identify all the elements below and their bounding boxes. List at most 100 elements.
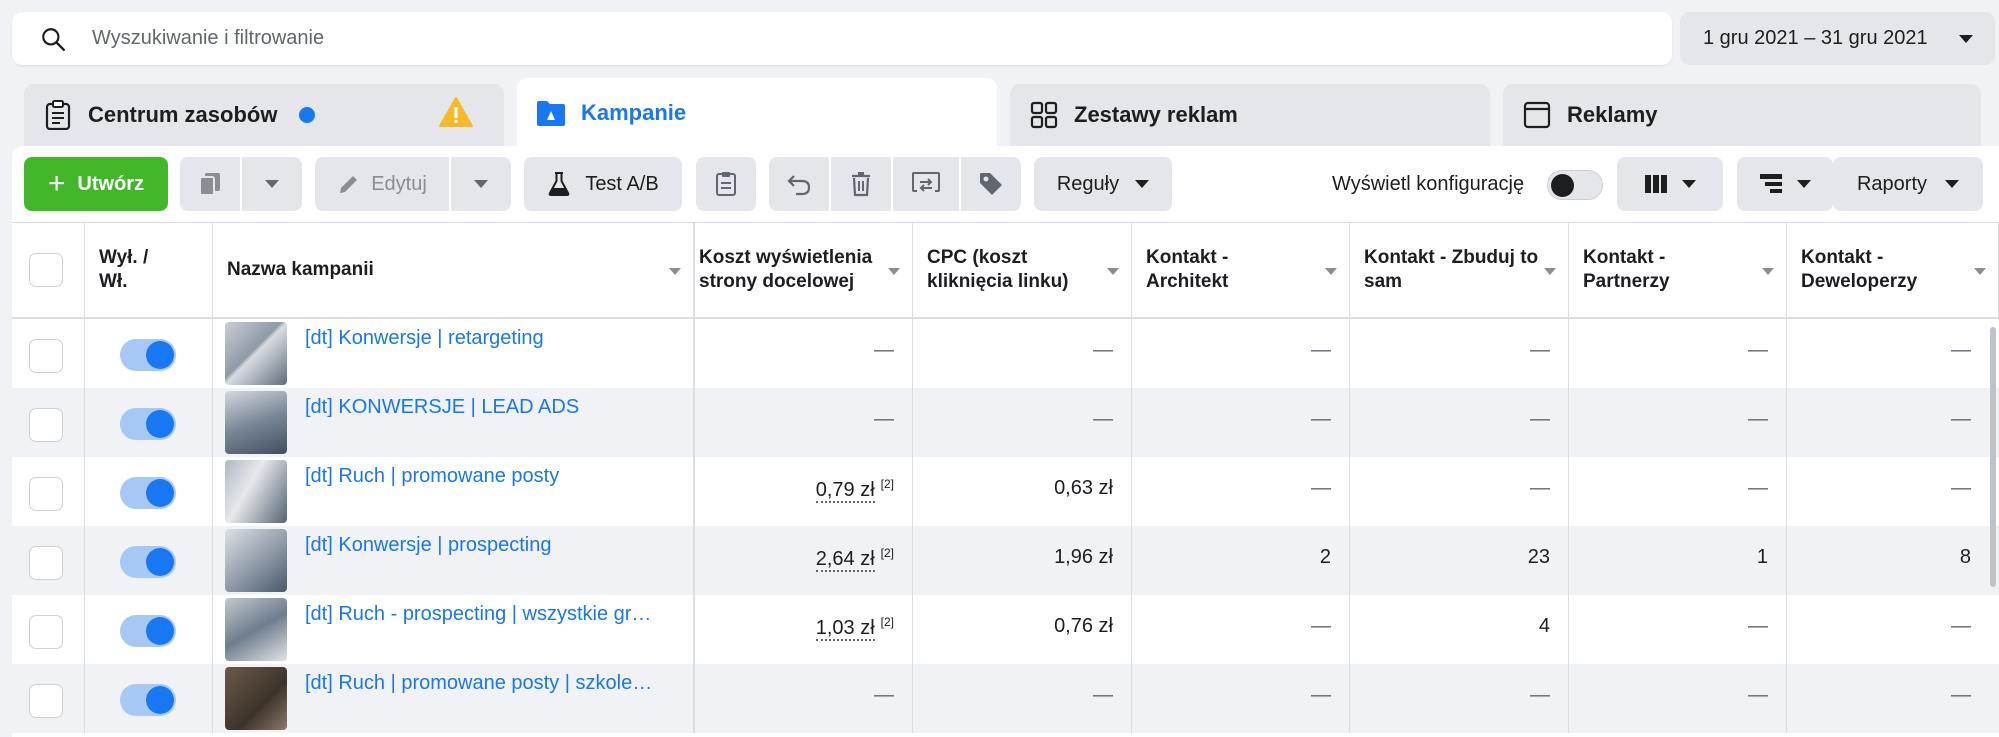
header-label: Kontakt - Zbuduj to sam xyxy=(1364,247,1539,292)
vertical-scrollbar[interactable] xyxy=(1990,327,1996,587)
row-checkbox[interactable] xyxy=(29,615,63,649)
table-row[interactable]: [dt] Ruch | promowane posty 0,79 zł [2] 0… xyxy=(12,457,1999,526)
tab-campaigns[interactable]: Kampanie xyxy=(517,78,997,148)
row-cpc-cell: 0,63 zł xyxy=(913,457,1132,526)
row-checkbox[interactable] xyxy=(29,408,63,442)
delete-button[interactable] xyxy=(831,157,891,211)
diy-value: — xyxy=(1530,339,1550,361)
sort-icon xyxy=(1325,268,1337,275)
architect-value: — xyxy=(1311,339,1331,361)
campaign-toggle[interactable] xyxy=(120,615,176,647)
ab-test-button[interactable]: Test A/B xyxy=(524,157,682,211)
rules-label: Reguły xyxy=(1056,172,1120,195)
row-architect-cell: — xyxy=(1132,319,1350,388)
row-checkbox[interactable] xyxy=(29,546,63,580)
cost-amount[interactable]: 0,79 zł xyxy=(815,479,875,503)
swap-icon xyxy=(912,172,940,192)
row-checkbox[interactable] xyxy=(29,477,63,511)
search-bar[interactable]: Wyszukiwanie i filtrowanie xyxy=(12,12,1672,65)
tab-resource-center[interactable]: Centrum zasobów xyxy=(24,84,504,146)
table-row[interactable]: [dt] KONWERSJE | LEAD ADS — — — — — — xyxy=(12,388,1999,457)
create-button[interactable]: + Utwórz xyxy=(24,157,168,211)
campaign-toggle[interactable] xyxy=(120,546,176,578)
row-developers-cell: — xyxy=(1787,319,1999,388)
campaign-toggle[interactable] xyxy=(120,477,176,509)
edit-button[interactable]: Edytuj xyxy=(315,157,449,211)
campaign-toggle[interactable] xyxy=(120,408,176,440)
table-row[interactable]: [dt] Konwersje | prospecting 2,64 zł [2] … xyxy=(12,526,1999,595)
row-checkbox[interactable] xyxy=(29,339,63,373)
campaign-name-link[interactable]: [dt] Konwersje | retargeting xyxy=(305,327,544,350)
row-checkbox[interactable] xyxy=(29,684,63,718)
architect-value: — xyxy=(1311,615,1331,637)
header-label: Nazwa kampanii xyxy=(227,259,374,280)
row-name-cell: [dt] Konwersje | prospecting xyxy=(213,526,695,595)
header-cpc[interactable]: CPC (koszt kliknięcia linku) xyxy=(913,223,1132,319)
date-range-picker[interactable]: 1 gru 2021 – 31 gru 2021 xyxy=(1680,12,1995,65)
cost-landing-value: 2,64 zł [2] xyxy=(815,546,894,572)
row-partners-cell: — xyxy=(1569,319,1787,388)
trash-icon xyxy=(852,172,870,197)
toggle-knob xyxy=(146,410,174,438)
row-diy-cell: 4 xyxy=(1350,595,1569,664)
table-row[interactable]: [dt] Ruch | promowane posty | szkole… — … xyxy=(12,664,1999,733)
tag-button[interactable] xyxy=(961,157,1021,211)
row-toggle-cell xyxy=(85,457,213,526)
campaign-thumbnail xyxy=(225,391,287,454)
diy-value: — xyxy=(1530,477,1550,499)
header-developers[interactable]: Kontakt - Deweloperzy xyxy=(1787,223,1999,319)
select-all-checkbox[interactable] xyxy=(29,253,63,287)
share-button[interactable] xyxy=(893,157,959,211)
cost-amount[interactable]: 2,64 zł xyxy=(815,548,875,572)
header-diy[interactable]: Kontakt - Zbuduj to sam xyxy=(1350,223,1569,319)
warning-icon[interactable] xyxy=(438,96,474,134)
table-row[interactable]: [dt] Konwersje | retargeting — — — — — — xyxy=(12,319,1999,388)
campaign-thumbnail xyxy=(225,322,287,385)
row-architect-cell: 2 xyxy=(1132,526,1350,595)
tab-ads[interactable]: Reklamy xyxy=(1503,84,1981,146)
header-cost-landing[interactable]: Koszt wyświetlenia strony docelowej xyxy=(695,223,913,319)
row-cost-landing-cell: — xyxy=(695,319,913,388)
campaigns-table: Wył. / Wł. Nazwa kampanii Koszt wyświetl… xyxy=(12,222,1999,737)
rules-button[interactable]: Reguły xyxy=(1034,157,1172,211)
row-select-cell xyxy=(12,319,85,388)
toggle-knob xyxy=(146,479,174,507)
edit-label: Edytuj xyxy=(371,172,427,195)
create-label: Utwórz xyxy=(77,172,145,195)
duplicate-button[interactable] xyxy=(180,157,240,211)
row-architect-cell: — xyxy=(1132,457,1350,526)
search-input[interactable]: Wyszukiwanie i filtrowanie xyxy=(92,27,324,50)
toggle-knob xyxy=(146,686,174,714)
tab-ad-sets[interactable]: Zestawy reklam xyxy=(1010,84,1490,146)
row-select-cell xyxy=(12,664,85,733)
edit-dropdown-button[interactable] xyxy=(451,157,511,211)
campaign-name-link[interactable]: [dt] Ruch - prospecting | wszystkie gr… xyxy=(305,603,651,626)
campaign-name-link[interactable]: [dt] Ruch | promowane posty xyxy=(305,465,559,488)
view-config-toggle[interactable] xyxy=(1547,170,1603,200)
campaign-toggle[interactable] xyxy=(120,684,176,716)
ab-test-label: Test A/B xyxy=(585,172,659,195)
undo-button[interactable] xyxy=(769,157,829,211)
campaign-toggle[interactable] xyxy=(120,339,176,371)
campaign-name-link[interactable]: [dt] Konwersje | prospecting xyxy=(305,534,551,557)
duplicate-dropdown-button[interactable] xyxy=(242,157,302,211)
chevron-down-icon xyxy=(265,180,279,188)
header-partners[interactable]: Kontakt - Partnerzy xyxy=(1569,223,1787,319)
diy-value: — xyxy=(1530,684,1550,706)
toggle-knob xyxy=(146,341,174,369)
row-partners-cell: — xyxy=(1569,595,1787,664)
reports-button[interactable]: Raporty xyxy=(1833,157,1983,211)
campaign-name-link[interactable]: [dt] Ruch | promowane posty | szkole… xyxy=(305,672,652,695)
clipboard-button[interactable] xyxy=(696,157,756,211)
campaign-name-link[interactable]: [dt] KONWERSJE | LEAD ADS xyxy=(305,396,579,419)
breakdown-button[interactable] xyxy=(1737,157,1833,211)
header-architect[interactable]: Kontakt - Architekt xyxy=(1132,223,1350,319)
tab-label: Kampanie xyxy=(581,100,687,125)
columns-button[interactable] xyxy=(1617,157,1723,211)
row-name-cell: [dt] Ruch | promowane posty xyxy=(213,457,695,526)
header-campaign-name[interactable]: Nazwa kampanii xyxy=(213,223,695,319)
cost-amount[interactable]: 1,03 zł xyxy=(815,617,875,641)
cost-landing-value: 1,03 zł [2] xyxy=(815,615,894,641)
header-toggle[interactable]: Wył. / Wł. xyxy=(85,223,213,319)
table-row[interactable]: [dt] Ruch - prospecting | wszystkie gr… … xyxy=(12,595,1999,664)
